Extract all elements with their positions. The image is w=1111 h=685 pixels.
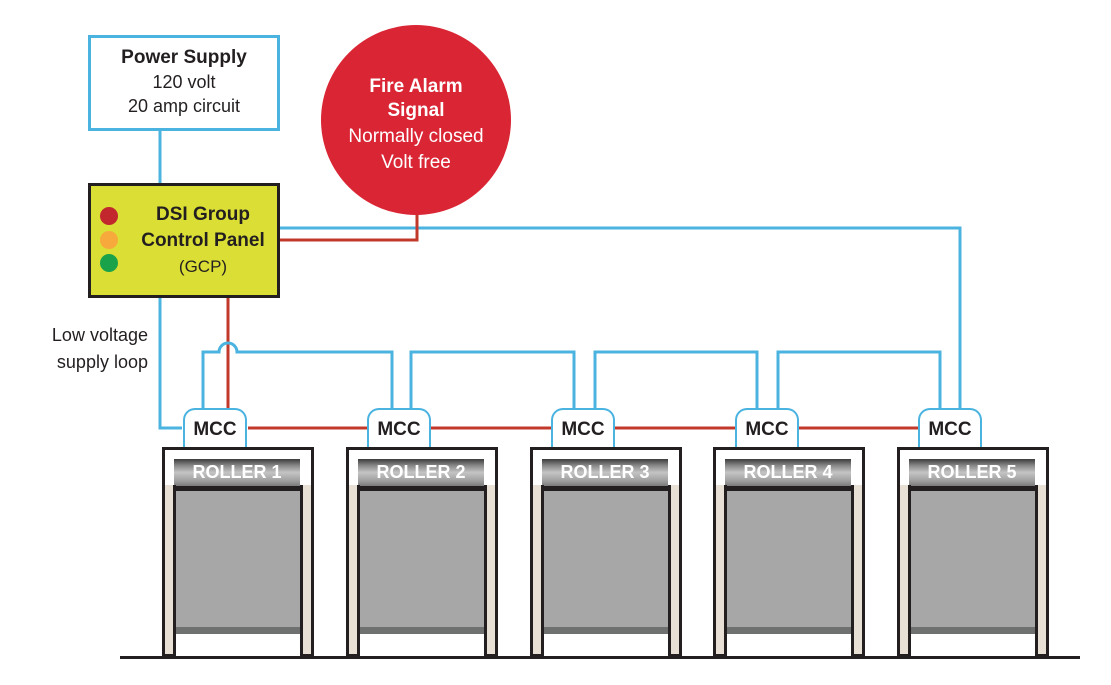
fire-alarm-type: Volt free [381,152,451,173]
supply-loop-start-wire [158,296,182,430]
mcc-box-4: MCC [735,408,799,447]
roller-label: ROLLER 1 [174,459,300,486]
supply-loop-segment-4-5 [776,350,942,408]
roller-label: ROLLER 2 [358,459,484,486]
roller-curtain [544,488,668,627]
low-voltage-loop-label: Low voltage supply loop [28,322,148,376]
roller-door-5: ROLLER 5 [897,447,1049,657]
mcc-box-2: MCC [367,408,431,447]
fire-alarm-title-1: Fire Alarm [369,76,463,97]
green-indicator-light [100,254,118,272]
roller-right-post [668,485,682,657]
mcc-box-5: MCC [918,408,982,447]
power-supply-title: Power Supply [121,47,247,68]
roller-door-4: ROLLER 4 [713,447,865,657]
mcc-box-1: MCC [183,408,247,447]
roller-right-post [851,485,865,657]
low-voltage-label-line-2: supply loop [56,352,148,372]
roller-right-post [1035,485,1049,657]
roller-bottom-bar [911,627,1035,634]
roller-curtain [176,488,300,627]
roller-curtain [911,488,1035,627]
roller-curtain [360,488,484,627]
gcp-title-1: DSI Group [156,204,250,225]
supply-loop-segment-3-4 [593,350,759,408]
power-supply-voltage: 120 volt [152,72,216,92]
gcp-title-2: Control Panel [141,230,265,251]
roller-bottom-bar [176,627,300,634]
group-control-panel: DSI Group Control Panel (GCP) [88,183,280,298]
roller-bottom-bar [544,627,668,634]
gcp-abbreviation: (GCP) [178,257,228,276]
roller-door-1: ROLLER 1 [162,447,314,657]
roller-bottom-bar [360,627,484,634]
fire-alarm-state: Normally closed [348,126,484,147]
supply-loop-return-wire [278,226,962,408]
floor-line [120,656,1080,659]
supply-loop-segment-1-2 [201,341,394,408]
roller-right-post [300,485,314,657]
power-supply-circuit: 20 amp circuit [127,96,241,116]
roller-label: ROLLER 5 [909,459,1035,486]
roller-right-post [484,485,498,657]
supply-loop-segment-2-3 [409,350,576,408]
red-indicator-light [100,207,118,225]
roller-left-post [162,485,176,657]
roller-left-post [897,485,911,657]
amber-indicator-light [100,231,118,249]
alarm-signal-wire [278,212,419,242]
mcc-box-3: MCC [551,408,615,447]
roller-door-3: ROLLER 3 [530,447,682,657]
fire-alarm-signal-node: Fire Alarm Signal Normally closed Volt f… [321,25,511,215]
roller-left-post [346,485,360,657]
roller-curtain [727,488,851,627]
low-voltage-label-line-1: Low voltage [51,325,148,345]
power-supply-box: Power Supply 120 volt 20 amp circuit [88,35,280,131]
roller-label: ROLLER 3 [542,459,668,486]
roller-left-post [530,485,544,657]
roller-bottom-bar [727,627,851,634]
roller-left-post [713,485,727,657]
roller-label: ROLLER 4 [725,459,851,486]
fire-alarm-title-2: Signal [387,100,445,121]
roller-door-2: ROLLER 2 [346,447,498,657]
